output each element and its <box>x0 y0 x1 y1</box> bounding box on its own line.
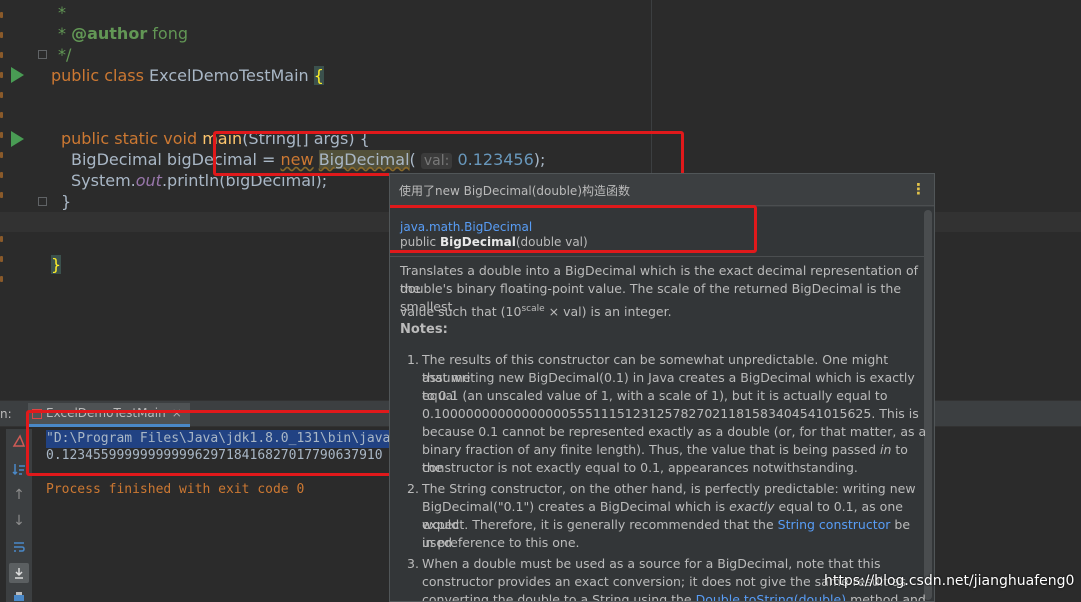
down-icon[interactable]: ↓ <box>9 511 29 531</box>
wrap-icon[interactable] <box>9 537 29 557</box>
doc-author-line: * @author fong <box>58 24 189 43</box>
method-close-brace: } <box>61 192 72 211</box>
up-icon[interactable]: ↑ <box>9 485 29 505</box>
note-number: 2. <box>407 481 419 496</box>
highlight-box-signature <box>390 205 757 253</box>
fold-icon[interactable] <box>38 197 47 206</box>
more-options-icon[interactable]: ⋮ <box>911 180 926 198</box>
string-constructor-link[interactable]: String constructor <box>778 517 891 532</box>
note-1-line: because 0.1 cannot be represented exactl… <box>422 424 927 439</box>
doc-comment-end: */ <box>58 45 72 64</box>
note-2-line: in preference to this one. <box>422 535 580 550</box>
note-number: 1. <box>407 352 419 367</box>
highlight-box-console-output <box>26 410 420 476</box>
gutter-change-markers <box>0 0 6 400</box>
print-icon[interactable] <box>9 587 29 602</box>
highlight-box-constructor-call <box>213 131 684 176</box>
class-declaration: public class ExcelDemoTestMain { <box>51 66 324 85</box>
divider <box>390 256 924 257</box>
run-label: n: <box>0 407 12 421</box>
note-1-line: 0.10000000000000000555111512312578270211… <box>422 406 919 421</box>
watermark: https://blog.csdn.net/jianghuafeng0 <box>824 573 1075 589</box>
notes-heading: Notes: <box>400 322 448 337</box>
note-1-line: to 0.1 (an unscaled value of 1, with a s… <box>422 388 888 403</box>
run-gutter-icon[interactable] <box>11 131 24 147</box>
doc-comment-line: * <box>58 3 66 22</box>
note-1-line: constructor is not exactly equal to 0.1,… <box>422 460 858 475</box>
fold-icon[interactable] <box>38 50 47 59</box>
scroll-end-icon[interactable] <box>9 563 29 583</box>
quick-documentation-popup[interactable]: 使用了new BigDecimal(double)构造函数 ⋮ java.mat… <box>389 173 935 602</box>
console-exit-line: Process finished with exit code 0 <box>46 482 305 497</box>
inspection-message: 使用了new BigDecimal(double)构造函数 <box>399 184 630 198</box>
popup-header: 使用了new BigDecimal(double)构造函数 ⋮ <box>390 174 934 206</box>
run-gutter-icon[interactable] <box>11 67 24 83</box>
class-close-brace: } <box>51 255 62 274</box>
note-2-line: The String constructor, on the other han… <box>422 481 916 496</box>
description-line: value such that (10scale × val) is an in… <box>400 304 672 320</box>
double-tostring-link[interactable]: Double.toString(double) <box>696 592 846 601</box>
note-3-line: converting the double to a String using … <box>422 591 932 601</box>
note-3-line: When a double must be used as a source f… <box>422 556 881 571</box>
note-number: 3. <box>407 556 419 571</box>
